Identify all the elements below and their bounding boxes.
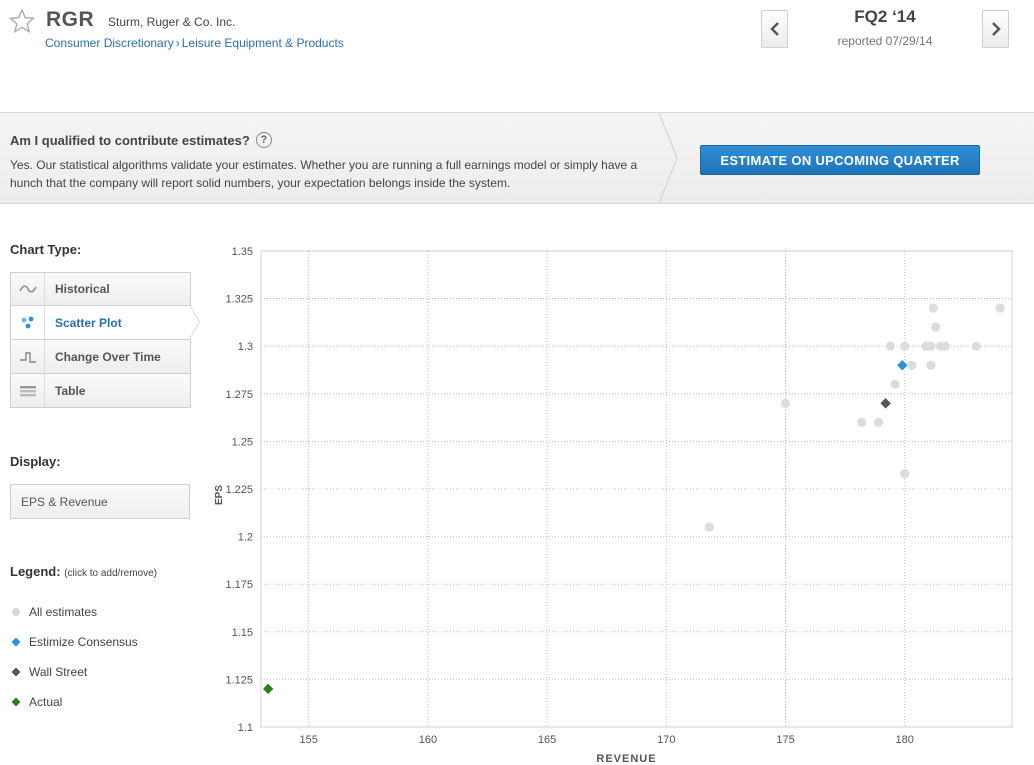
- y-tick-label: 1.25: [232, 436, 253, 448]
- x-tick-label: 175: [776, 734, 794, 746]
- display-select[interactable]: EPS & Revenue: [10, 484, 190, 519]
- next-quarter-button[interactable]: [982, 10, 1009, 48]
- estimate-point: [926, 360, 936, 370]
- scatter-icon: [11, 306, 45, 339]
- x-tick-label: 180: [896, 734, 914, 746]
- reported-date: reported 07/29/14: [837, 34, 933, 48]
- x-tick-label: 170: [657, 734, 675, 746]
- previous-quarter-button[interactable]: [761, 10, 788, 48]
- x-tick-label: 155: [300, 734, 318, 746]
- ticker-symbol: RGR: [46, 8, 95, 31]
- breadcrumb: Consumer Discretionary › Leisure Equipment…: [45, 36, 344, 50]
- star-icon[interactable]: [9, 8, 35, 34]
- chart-type-change-over-time[interactable]: Change Over Time: [10, 340, 191, 374]
- estimate-point: [900, 469, 910, 479]
- chart-type-list: Historical Scatter Plot Change Over Time…: [10, 272, 200, 408]
- y-tick-label: 1.3: [238, 341, 253, 353]
- legend-item-label: Actual: [29, 695, 63, 709]
- company-name: Sturm, Ruger & Co. Inc.: [108, 15, 236, 29]
- legend-title: Legend:: [10, 564, 61, 579]
- chart-type-label-change-over-time: Change Over Time: [55, 349, 161, 364]
- y-tick-label: 1.1: [238, 722, 253, 734]
- fiscal-quarter: FQ2 ‘14: [854, 7, 916, 26]
- banner-answer: Yes. Our statistical algorithms validate…: [10, 158, 638, 190]
- estimate-point: [995, 303, 1005, 313]
- legend-item-actual[interactable]: Actual: [10, 695, 62, 709]
- legend-item-label: Estimize Consensus: [29, 635, 138, 649]
- chart-type-label-historical: Historical: [55, 282, 110, 296]
- header: RGR Sturm, Ruger & Co. Inc. Consumer Dis…: [0, 0, 1034, 112]
- estimate-point: [940, 341, 950, 351]
- breadcrumb-sector-link[interactable]: Consumer Discretionary: [45, 36, 174, 50]
- estimate-point: [890, 379, 900, 389]
- x-tick-label: 165: [538, 734, 556, 746]
- chart-type-table[interactable]: Table: [10, 374, 191, 408]
- table-icon: [11, 374, 45, 407]
- y-tick-label: 1.175: [225, 579, 253, 591]
- chart-type-label-scatter-plot: Scatter Plot: [55, 315, 122, 330]
- chart-type-scatter-plot[interactable]: Scatter Plot: [10, 305, 200, 340]
- estimate-point: [928, 303, 938, 313]
- y-tick-label: 1.2: [238, 532, 253, 544]
- chart-type-label-table: Table: [55, 383, 86, 398]
- legend-item-label: Wall Street: [29, 665, 88, 679]
- legend-item-all-estimates[interactable]: All estimates: [10, 605, 97, 619]
- chart-type-label: Chart Type:: [10, 242, 82, 257]
- diamond-marker-icon: [10, 666, 22, 678]
- estimate-point: [873, 417, 884, 427]
- circle-marker-icon: [10, 606, 22, 618]
- y-tick-label: 1.325: [225, 294, 253, 306]
- legend-hint: (click to add/remove): [64, 568, 157, 579]
- diamond-marker-icon: [10, 636, 22, 648]
- step-icon: [11, 340, 45, 373]
- help-icon[interactable]: ?: [255, 132, 272, 148]
- banner-divider-arrow: [658, 113, 678, 203]
- estimate-point: [926, 341, 936, 351]
- wave-icon: [11, 273, 45, 305]
- y-axis-label: EPS: [214, 485, 225, 505]
- estimate-point: [931, 322, 941, 332]
- estimate-point: [780, 398, 791, 408]
- estimate-point: [857, 417, 867, 427]
- estimate-point: [885, 341, 896, 351]
- estimate-point: [900, 341, 910, 351]
- legend-item-estimize-consensus[interactable]: Estimize Consensus: [10, 635, 138, 649]
- chevron-left-icon: [769, 22, 779, 36]
- x-tick-label: 160: [419, 734, 437, 746]
- y-tick-label: 1.225: [225, 484, 253, 496]
- legend-item-label: All estimates: [29, 605, 98, 619]
- scatter-chart: 1.1 1.125 1.15 1.175 1.2 1.225 1.25 1.275 1.3 1.3…: [214, 246, 1013, 765]
- y-tick-label: 1.275: [225, 389, 253, 401]
- chart-type-historical[interactable]: Historical: [10, 272, 191, 306]
- breadcrumb-industry-link[interactable]: Leisure Equipment & Products: [182, 36, 344, 50]
- diamond-marker-icon: [10, 696, 22, 708]
- qualification-banner: Am I qualified to contribute estimates? …: [0, 112, 1034, 204]
- x-axis-label: REVENUE: [596, 753, 656, 765]
- estimate-upcoming-quarter-button[interactable]: ESTIMATE ON UPCOMING QUARTER: [700, 145, 980, 175]
- legend-item-wall-street[interactable]: Wall Street: [10, 665, 87, 679]
- banner-question: Am I qualified to contribute estimates? …: [10, 132, 272, 148]
- estimate-point: [704, 522, 714, 532]
- display-label: Display:: [10, 454, 61, 469]
- legend-label: Legend: (click to add/remove): [10, 564, 157, 579]
- y-tick-label: 1.15: [232, 627, 253, 639]
- chevron-right-icon: [991, 22, 1001, 36]
- estimate-point: [971, 341, 981, 351]
- breadcrumb-separator: ›: [175, 36, 180, 50]
- banner-question-text: Am I qualified to contribute estimates?: [10, 132, 250, 148]
- y-tick-label: 1.35: [232, 246, 253, 258]
- y-tick-label: 1.125: [225, 674, 253, 686]
